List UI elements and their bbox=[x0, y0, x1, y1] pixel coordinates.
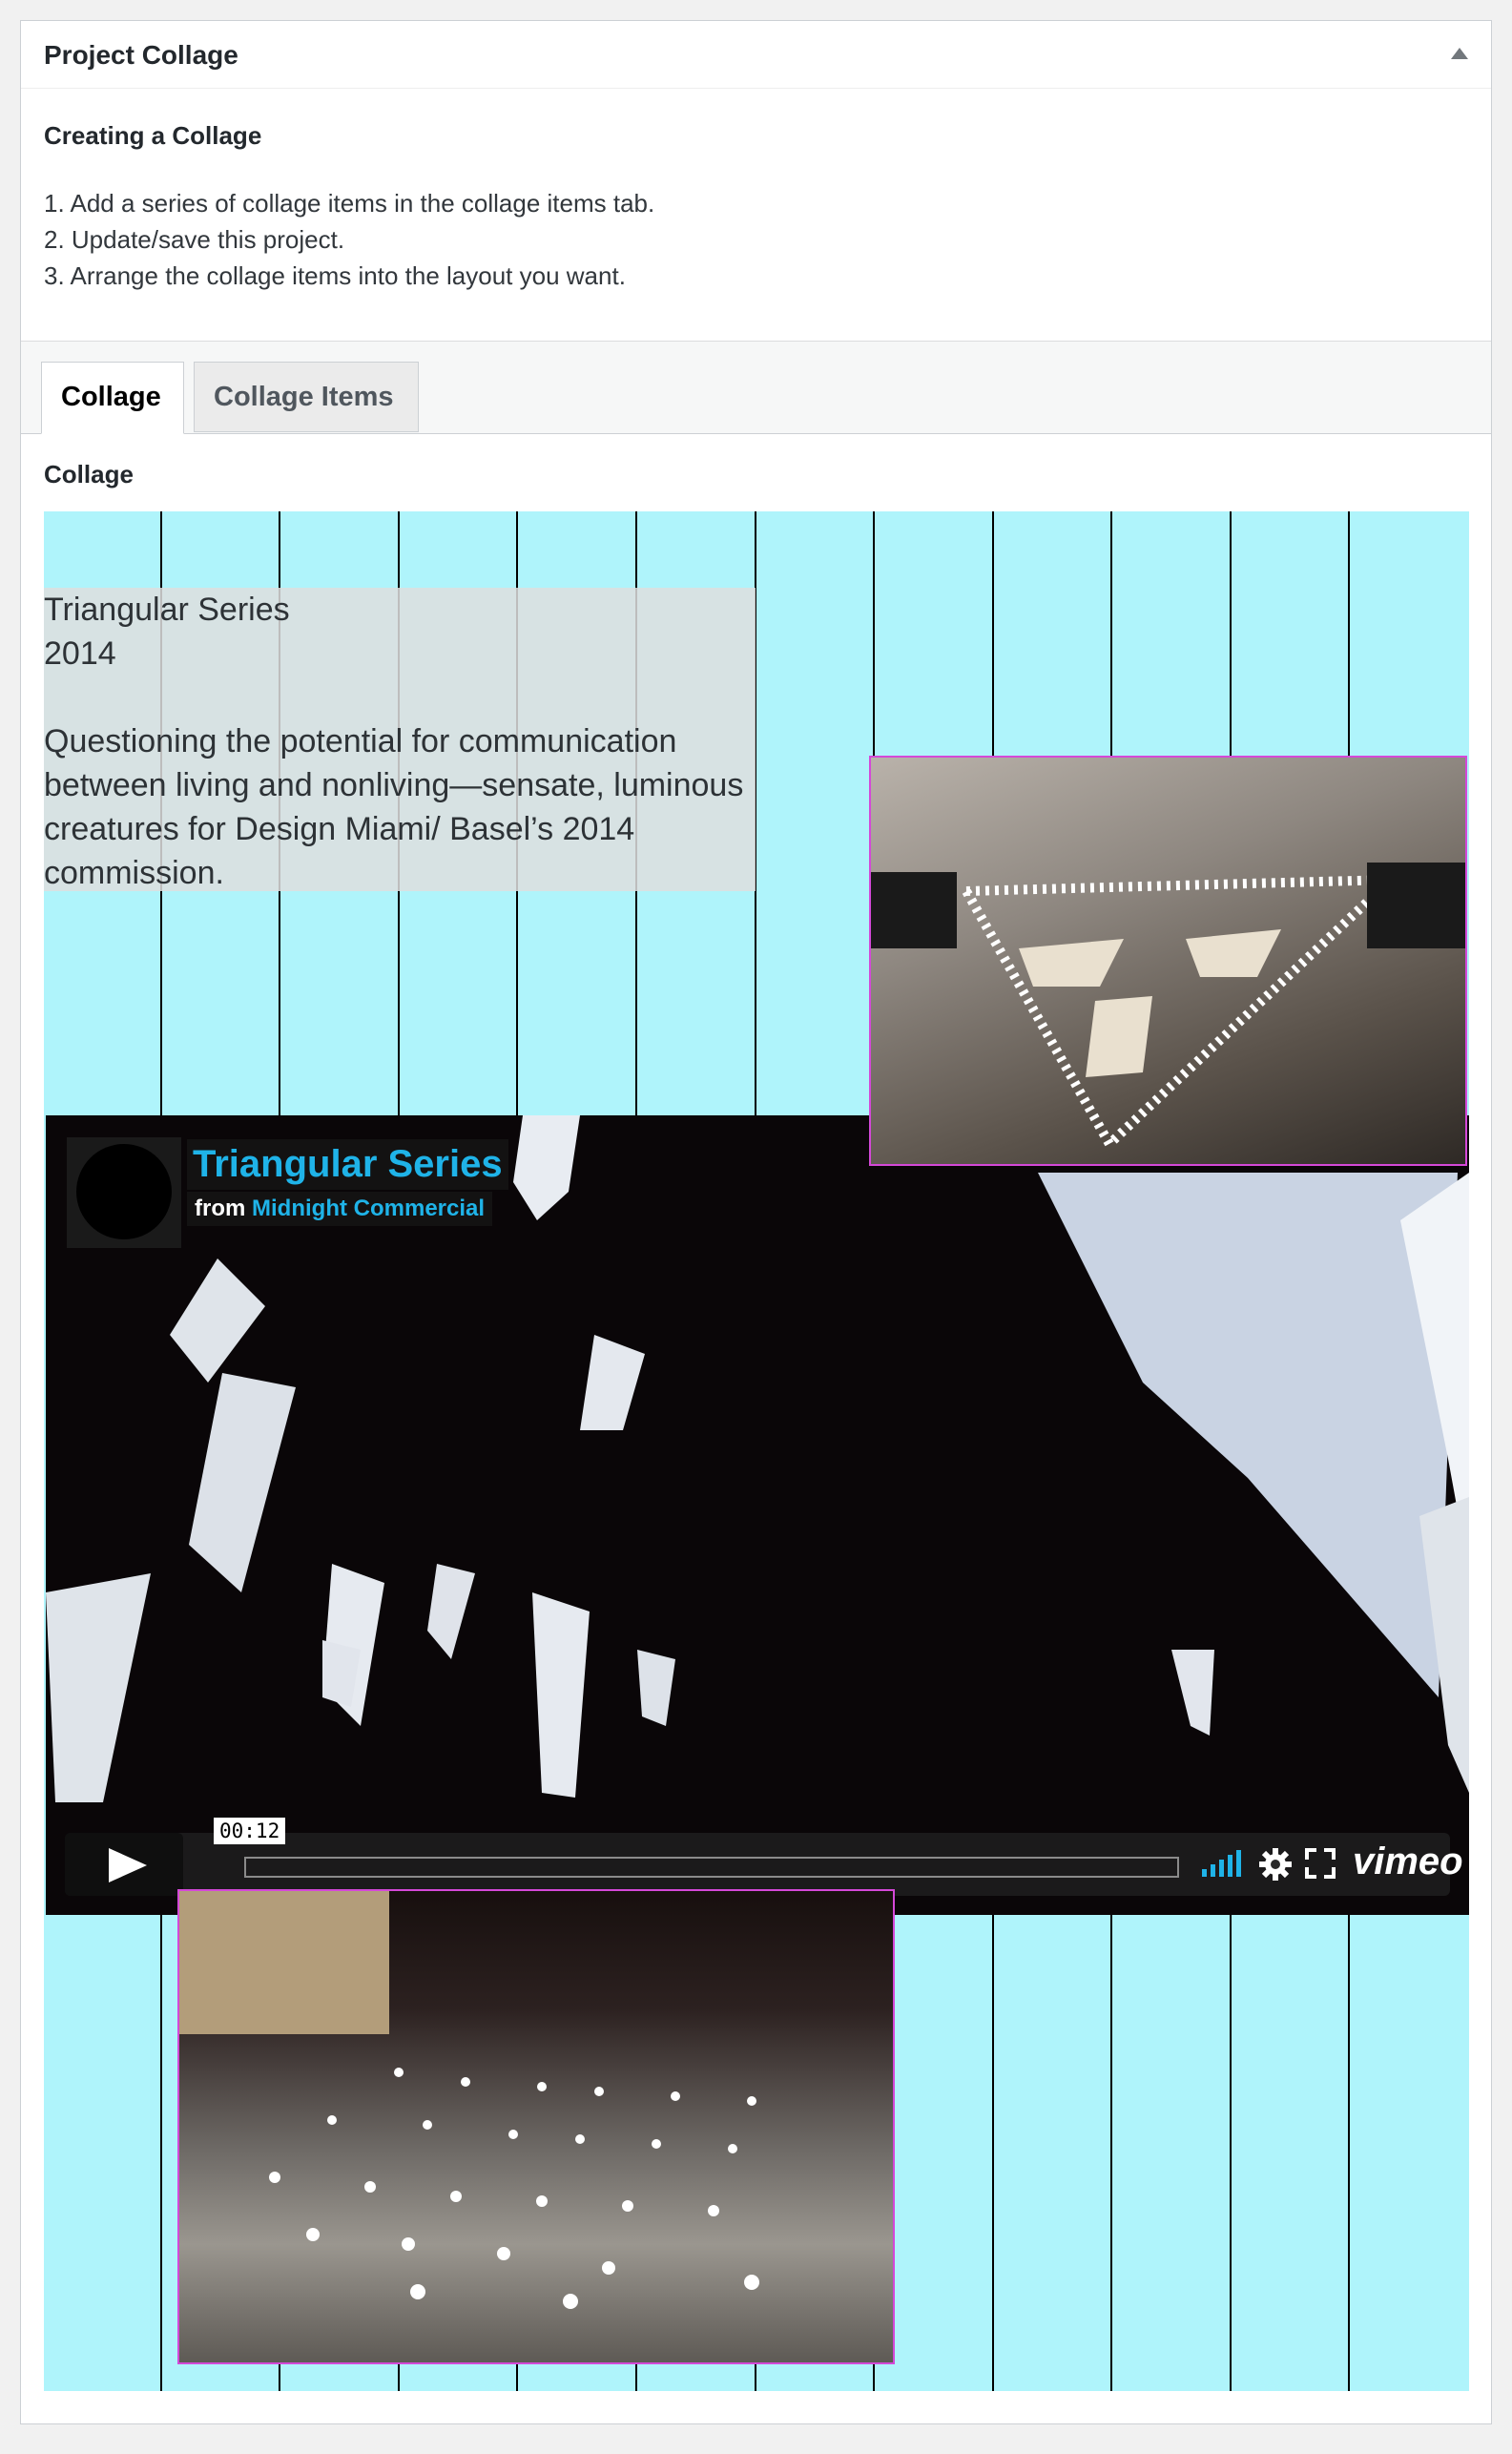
channel-avatar[interactable] bbox=[76, 1144, 172, 1239]
collage-text-item[interactable]: Triangular Series 2014 Questioning the p… bbox=[44, 588, 756, 891]
vimeo-logo[interactable]: vimeo bbox=[1353, 1840, 1463, 1883]
video-title-link[interactable]: Triangular Series bbox=[187, 1139, 508, 1190]
settings-gear-icon[interactable] bbox=[1259, 1848, 1292, 1881]
collage-section-label: Collage bbox=[44, 460, 134, 489]
collage-image-item-triangle[interactable] bbox=[869, 756, 1467, 1166]
instructions-list: 1. Add a series of collage items in the … bbox=[44, 185, 1468, 294]
collage-canvas[interactable]: Triangular Series 2014 Questioning the p… bbox=[44, 511, 1469, 2391]
tab-collage[interactable]: Collage bbox=[41, 362, 184, 434]
text-item-year: 2014 bbox=[44, 635, 116, 672]
collage-image-item-board[interactable] bbox=[177, 1889, 895, 2364]
text-item-title: Triangular Series bbox=[44, 592, 290, 628]
text-item-body: Questioning the potential for communicat… bbox=[44, 723, 744, 891]
instructions-panel: Creating a Collage 1. Add a series of co… bbox=[21, 89, 1491, 342]
video-controls: 00:12 vimeo bbox=[65, 1818, 1463, 1896]
video-frame-image bbox=[46, 1115, 1469, 1802]
video-time-tooltip: 00:12 bbox=[214, 1818, 286, 1844]
tab-bar: Collage Collage Items bbox=[21, 342, 1491, 434]
led-board-photo bbox=[179, 1891, 759, 2309]
play-button[interactable] bbox=[65, 1833, 183, 1896]
triangle-light-photo bbox=[871, 863, 1465, 1153]
instruction-step: 1. Add a series of collage items in the … bbox=[44, 189, 655, 218]
instruction-step: 2. Update/save this project. bbox=[44, 225, 345, 254]
metabox-header[interactable]: Project Collage bbox=[21, 21, 1491, 89]
volume-icon[interactable] bbox=[1202, 1850, 1246, 1877]
fullscreen-icon[interactable] bbox=[1305, 1848, 1336, 1879]
instruction-step: 3. Arrange the collage items into the la… bbox=[44, 261, 626, 290]
play-icon bbox=[109, 1848, 147, 1882]
project-collage-metabox: Project Collage Creating a Collage 1. Ad… bbox=[20, 20, 1492, 2424]
vimeo-video-item[interactable]: Triangular Series from Midnight Commerci… bbox=[46, 1115, 1469, 1915]
video-author-link[interactable]: Midnight Commercial bbox=[252, 1196, 485, 1221]
instructions-heading: Creating a Collage bbox=[44, 121, 262, 150]
collapse-toggle-icon[interactable] bbox=[1451, 48, 1468, 59]
tab-collage-items[interactable]: Collage Items bbox=[194, 362, 419, 432]
video-byline: from Midnight Commercial bbox=[187, 1192, 493, 1226]
video-progress-bar[interactable] bbox=[244, 1857, 1179, 1878]
metabox-title: Project Collage bbox=[44, 40, 238, 70]
byline-from-label: from bbox=[195, 1196, 246, 1221]
